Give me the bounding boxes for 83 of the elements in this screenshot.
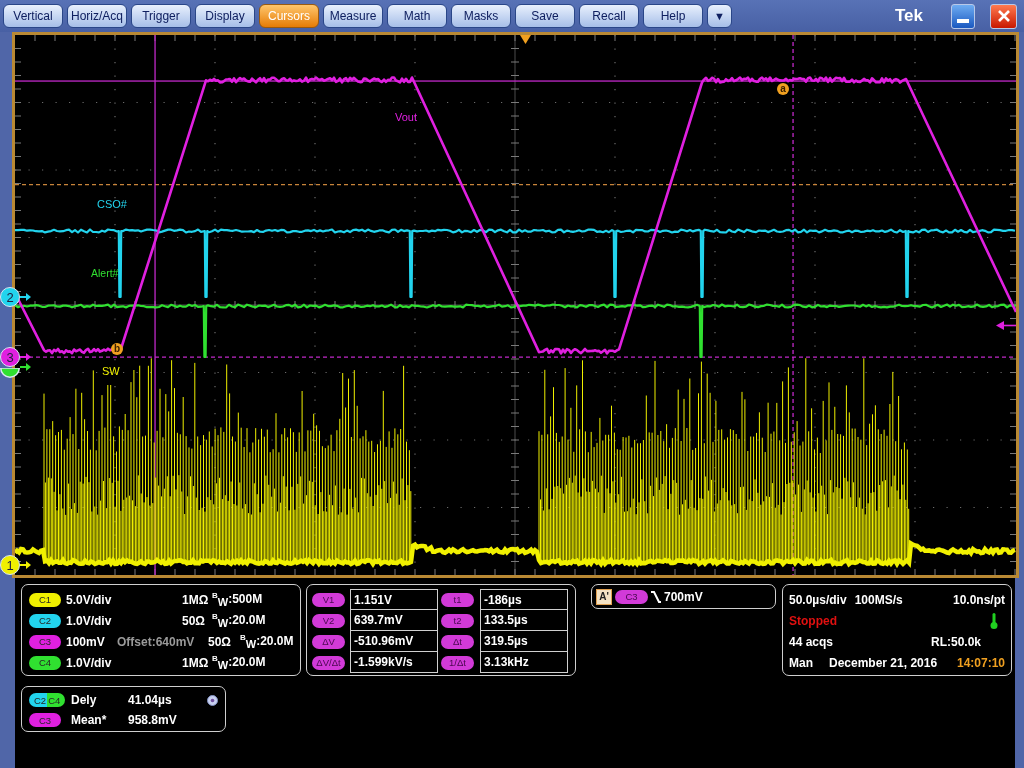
readout-value: -186µs <box>480 589 568 610</box>
vertical-scale: 1.0V/div <box>66 613 113 628</box>
measurement-name: Dely <box>71 693 98 707</box>
thermometer-icon <box>990 612 998 629</box>
cursor-badge: 1/Δt <box>441 655 474 670</box>
readout-value: -510.96mV <box>350 631 438 652</box>
source-badge[interactable]: C4 <box>47 693 66 707</box>
channel-badge[interactable]: C2 <box>29 613 61 628</box>
source-badge: C3 <box>615 589 648 604</box>
readout-value: 639.7mV <box>350 610 438 631</box>
channel-badge[interactable]: C3 <box>29 634 61 649</box>
brand-label: Tek <box>894 6 923 26</box>
channel-marker[interactable]: 3 <box>0 347 20 367</box>
impedance-value: 50Ω <box>208 634 232 649</box>
trigger-level-icon <box>996 321 1016 330</box>
minimize-icon <box>957 18 969 23</box>
impedance-value: 1MΩ <box>182 655 210 670</box>
impedance-value: 1MΩ <box>182 592 210 607</box>
close-button[interactable] <box>990 3 1017 29</box>
menu-button[interactable]: Measure <box>323 4 383 28</box>
vertical-scale: 1.0V/div <box>66 655 113 670</box>
cursor-marker[interactable]: b <box>111 343 123 355</box>
channel-marker[interactable]: 1 <box>0 555 20 575</box>
channel-badge[interactable]: C1 <box>29 592 61 607</box>
readout-value: 1.151V <box>350 589 438 610</box>
menu-button[interactable]: Math <box>387 4 447 28</box>
cursor-marker[interactable]: a <box>777 83 789 95</box>
trace-label: Alert# <box>91 268 119 279</box>
run-status: Stopped <box>789 613 837 628</box>
channel-marker-icon[interactable] <box>0 367 20 378</box>
menu-button[interactable]: Recall <box>579 4 639 28</box>
cursor-badge: V1 <box>312 592 345 607</box>
trigger-mode: Man <box>789 655 813 670</box>
date-label: December 21, 2016 <box>829 655 938 670</box>
menu-button[interactable]: Display <box>195 4 255 28</box>
readout-value: 3.13kHz <box>480 652 568 673</box>
vertical-scale: 5.0V/div <box>66 592 113 607</box>
impedance-value: 50Ω <box>182 613 206 628</box>
arrow-icon <box>20 293 31 301</box>
cursor-badge: ΔV/Δt <box>312 655 345 670</box>
trigger-type-badge: A' <box>596 588 612 605</box>
falling-edge-icon <box>651 589 661 604</box>
menu-button[interactable]: Vertical <box>3 4 63 28</box>
more-button[interactable]: ▼ <box>707 4 732 28</box>
source-badge[interactable]: C3 <box>29 713 61 727</box>
arrow-icon <box>20 561 31 569</box>
trace-label: CSO# <box>97 199 127 210</box>
sample-rate-value: 100MS/s <box>854 592 903 607</box>
channel-badge[interactable]: C4 <box>29 655 61 670</box>
trigger-threshold: 700mV <box>664 589 703 604</box>
time-label: 14:07:10 <box>956 655 1005 670</box>
vertical-scale: 100mV <box>66 634 106 649</box>
acquisition-count: 44 acqs <box>789 634 834 649</box>
readout-value: 133.5µs <box>480 610 568 631</box>
menu-button[interactable]: Trigger <box>131 4 191 28</box>
arrow-icon <box>20 353 31 361</box>
cursor-badge: ΔV <box>312 634 345 649</box>
measurement-value: 41.04µs <box>128 693 172 707</box>
readout-value: 319.5µs <box>480 631 568 652</box>
trace-label: Vout <box>395 112 418 123</box>
cursor-badge: t2 <box>441 613 474 628</box>
measurement-name: Mean* <box>71 713 108 727</box>
close-icon <box>997 10 1010 22</box>
menu-button[interactable]: Help <box>643 4 703 28</box>
minimize-button[interactable] <box>951 3 975 29</box>
menu-button[interactable]: Horiz/Acq <box>67 4 127 28</box>
source-badge[interactable]: C2 <box>29 693 48 707</box>
circle-icon <box>207 694 218 706</box>
arrow-icon <box>20 363 31 371</box>
record-length: RL:50.0k <box>930 634 981 649</box>
channel-marker[interactable]: 2 <box>0 287 20 307</box>
resolution-value: 10.0ns/pt <box>952 592 1005 607</box>
trigger-position-icon <box>520 35 531 44</box>
readout-value: -1.599kV/s <box>350 652 438 673</box>
menu-button[interactable]: Save <box>515 4 575 28</box>
offset-value: Offset:640mV <box>117 634 196 649</box>
trace-label: SW <box>102 366 120 377</box>
cursor-badge: Δt <box>441 634 474 649</box>
measurement-value: 958.8mV <box>128 713 177 727</box>
cursor-badge: V2 <box>312 613 345 628</box>
timebase-value: 50.0µs/div <box>789 592 847 607</box>
menu-button[interactable]: Masks <box>451 4 511 28</box>
cursor-badge: t1 <box>441 592 474 607</box>
